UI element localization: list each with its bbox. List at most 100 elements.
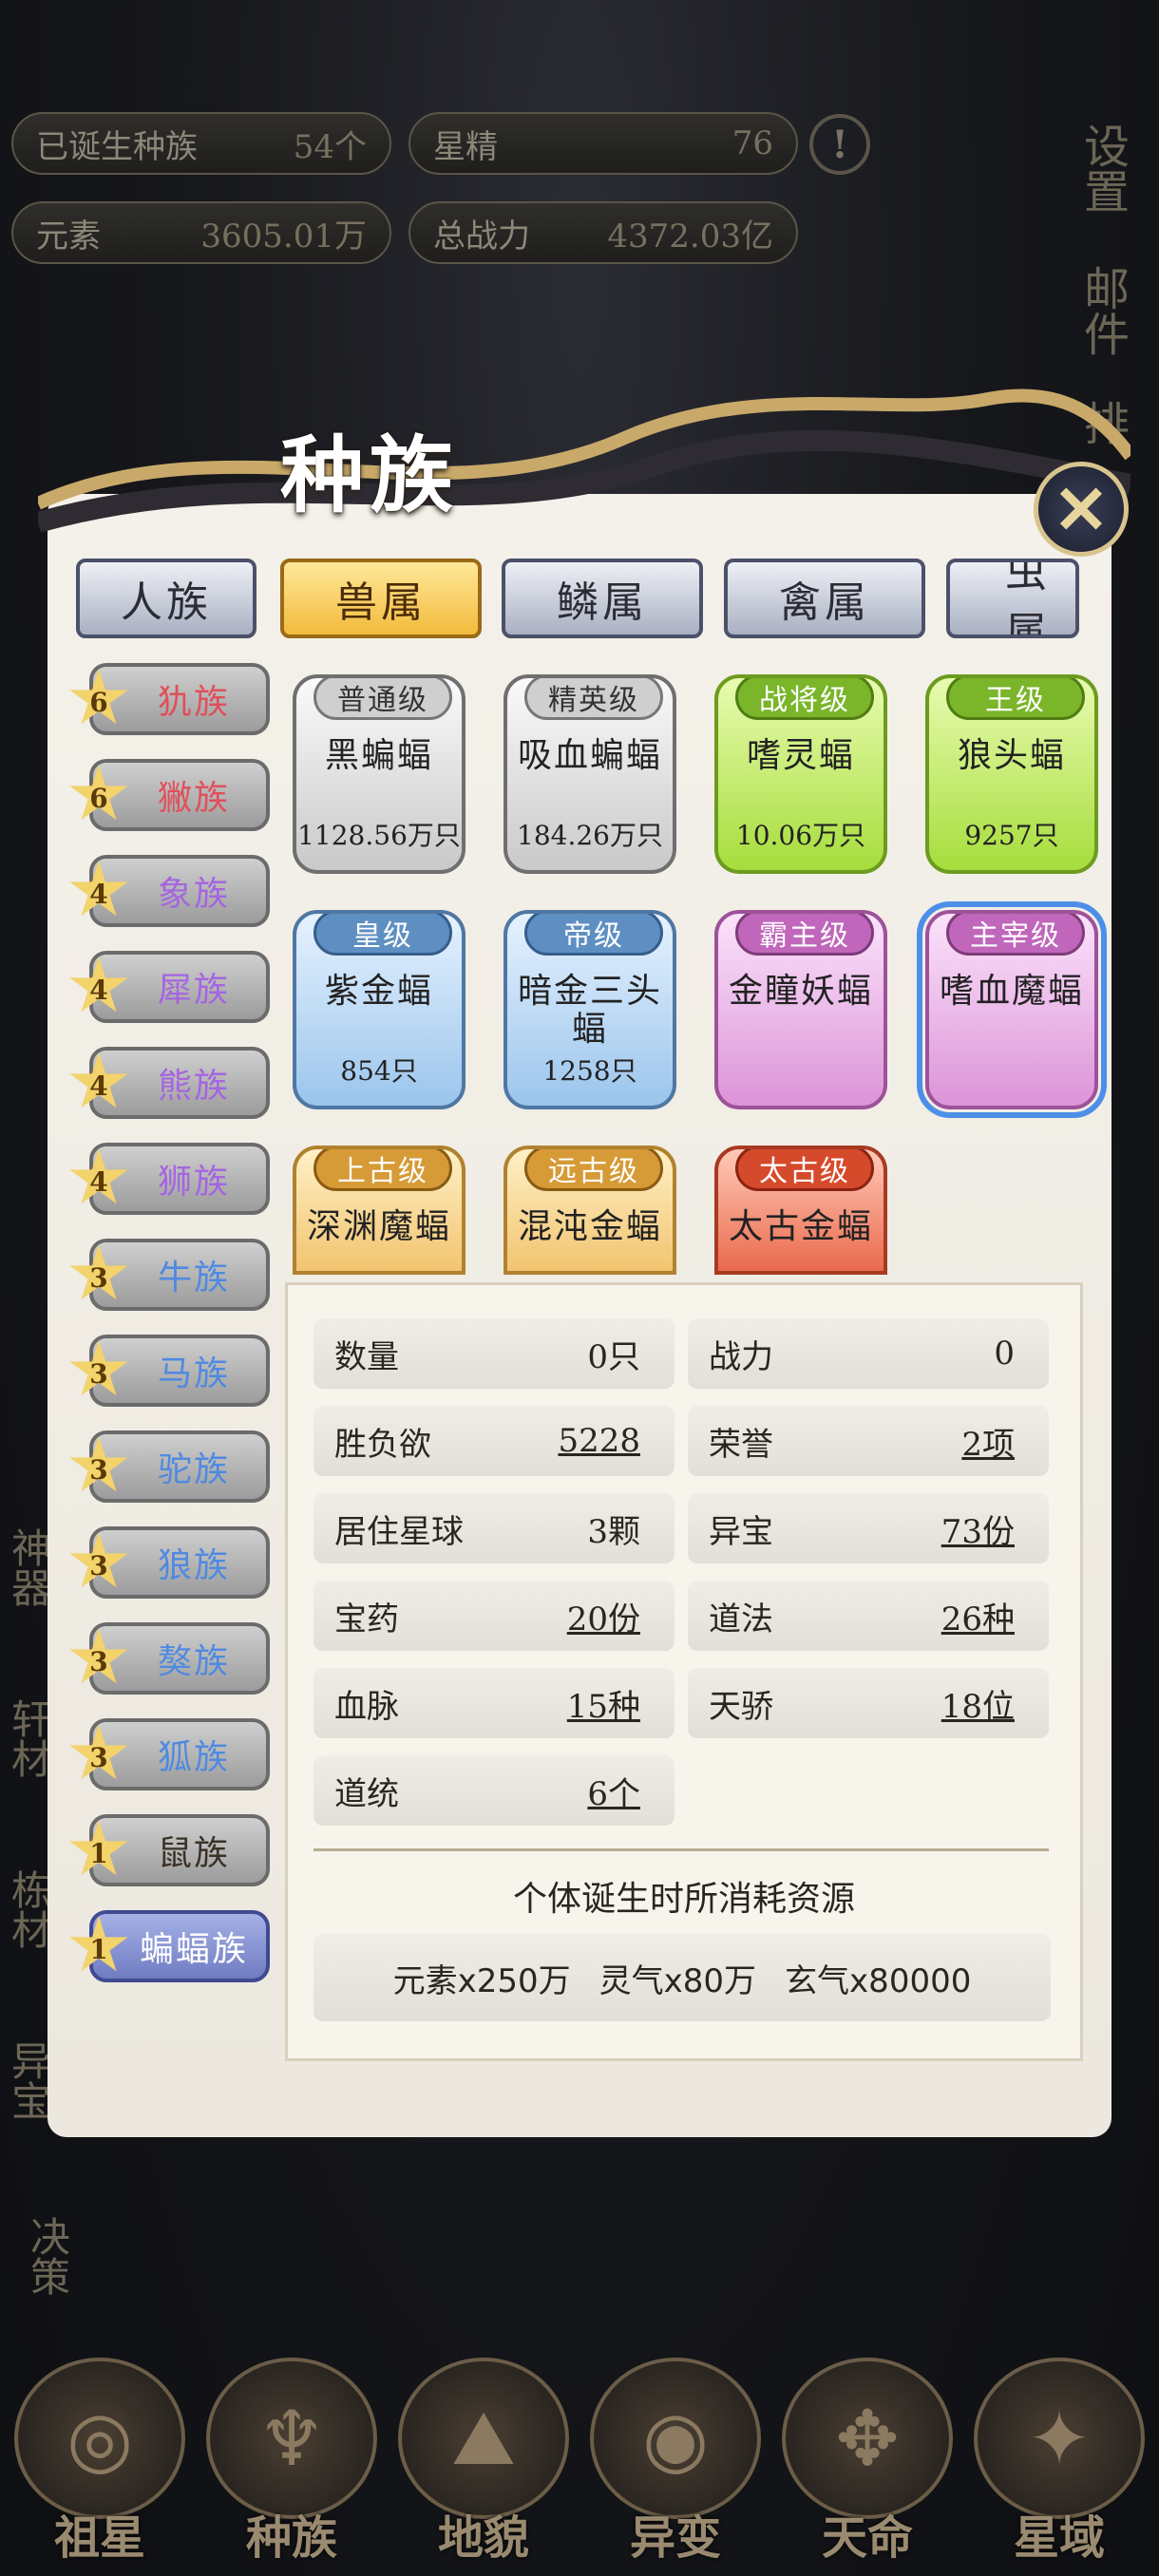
race-name: 獒族 — [89, 1622, 270, 1695]
race-item[interactable]: 鼠族 1 — [69, 1814, 271, 1888]
nav-item-4[interactable]: ✥ 天命 — [772, 2358, 962, 2576]
stat-row[interactable]: 异宝 73份 — [688, 1493, 1049, 1563]
nav-emblem-icon: ◉ — [590, 2358, 761, 2519]
race-item[interactable]: 狮族 4 — [69, 1143, 271, 1217]
stat-row[interactable]: 荣誉 2项 — [688, 1406, 1049, 1476]
tab-bird[interactable]: 禽属 — [724, 559, 925, 638]
stat-label: 胜负欲 — [334, 1425, 431, 1464]
unit-rank-badge: 远古级 — [524, 1149, 663, 1191]
nav-emblem-icon: ◎ — [14, 2358, 185, 2519]
stat-label: 居住星球 — [334, 1512, 464, 1551]
race-item[interactable]: 犰族 6 — [69, 663, 271, 737]
settings-button[interactable]: 设置 — [1045, 106, 1159, 230]
unit-card[interactable]: 上古级 深渊魔蝠 — [293, 1146, 466, 1275]
unit-card[interactable]: 远古级 混沌金蝠 — [504, 1146, 676, 1275]
nav-item-0[interactable]: ◎ 祖星 — [5, 2358, 195, 2576]
unit-count: 1258只 — [542, 1055, 637, 1087]
stat-label: 异宝 — [709, 1512, 773, 1551]
stat-value: 3颗 — [587, 1512, 640, 1551]
unit-rank-badge: 太古级 — [735, 1149, 874, 1191]
unit-card[interactable]: 皇级 紫金蝠 854只 — [293, 910, 466, 1109]
stat-row[interactable]: 血脉 15种 — [314, 1668, 674, 1738]
nav-item-1[interactable]: ♆ 种族 — [197, 2358, 387, 2576]
race-name: 鼠族 — [89, 1814, 270, 1886]
unit-card[interactable]: 太古级 太古金蝠 — [714, 1146, 887, 1275]
unit-card[interactable]: 普通级 黑蝙蝠 1128.56万只 — [293, 674, 466, 874]
nav-item-2[interactable]: ⛰ 地貌 — [389, 2358, 579, 2576]
stat-value[interactable]: 73份 — [941, 1506, 1015, 1552]
nav-label: 星域 — [1013, 2511, 1105, 2565]
cost-spirit: 灵气x80万 — [598, 1961, 757, 2000]
nav-item-5[interactable]: ✦ 星域 — [964, 2358, 1154, 2576]
race-name: 驼族 — [89, 1430, 270, 1503]
stat-label: 荣誉 — [709, 1425, 773, 1464]
stat-row[interactable]: 道法 26种 — [688, 1581, 1049, 1651]
race-name: 狮族 — [89, 1143, 270, 1215]
race-name: 熊族 — [89, 1047, 270, 1119]
tab-beast[interactable]: 兽属 — [280, 559, 482, 638]
total-power-pill: 总战力 4372.03亿 — [408, 201, 798, 264]
unit-name: 深渊魔蝠 — [306, 1207, 451, 1246]
stat-row[interactable]: 天骄 18位 — [688, 1668, 1049, 1738]
stat-label: 宝药 — [334, 1600, 399, 1638]
stat-value[interactable]: 5228 — [558, 1422, 640, 1460]
element-value: 3605.01万 — [200, 217, 367, 256]
stat-label: 数量 — [334, 1337, 399, 1376]
race-item[interactable]: 狼族 3 — [69, 1526, 271, 1601]
race-item[interactable]: 熊族 4 — [69, 1047, 271, 1121]
close-button[interactable]: ✕ — [1034, 462, 1129, 557]
tab-insect[interactable]: 虫属 — [946, 559, 1079, 638]
race-item[interactable]: 犀族 4 — [69, 951, 271, 1025]
race-item[interactable]: 驼族 3 — [69, 1430, 271, 1505]
unit-card[interactable]: 精英级 吸血蝙蝠 184.26万只 — [504, 674, 676, 874]
race-name: 蝙蝠族 — [89, 1910, 270, 1982]
stat-value: 0 — [994, 1335, 1015, 1373]
decision-button[interactable]: 决策 — [19, 2204, 76, 2308]
race-item[interactable]: 象族 4 — [69, 855, 271, 929]
stat-value[interactable]: 26种 — [941, 1593, 1015, 1639]
cost-title: 个体诞生时所消耗资源 — [512, 1880, 855, 1919]
born-races-label: 已诞生种族 — [36, 127, 198, 166]
stat-row[interactable]: 道统 6个 — [314, 1755, 674, 1826]
mail-button[interactable]: 邮件 — [1045, 249, 1159, 372]
cost-divider — [314, 1848, 1049, 1851]
race-name: 獙族 — [89, 759, 270, 831]
race-item[interactable]: 蝙蝠族 1 — [69, 1910, 271, 1984]
race-item[interactable]: 獙族 6 — [69, 759, 271, 833]
unit-card[interactable]: 王级 狼头蝠 9257只 — [925, 674, 1098, 874]
unit-name: 黑蝙蝠 — [324, 736, 433, 775]
element-pill: 元素 3605.01万 — [11, 201, 391, 264]
nav-item-3[interactable]: ◉ 异变 — [580, 2358, 770, 2576]
race-item[interactable]: 牛族 3 — [69, 1239, 271, 1313]
tab-human[interactable]: 人族 — [76, 559, 256, 638]
total-power-value: 4372.03亿 — [607, 217, 773, 256]
unit-rank-badge: 精英级 — [524, 678, 663, 720]
panel-swirl-decoration — [38, 388, 1130, 532]
stat-value[interactable]: 6个 — [587, 1768, 640, 1814]
unit-card[interactable]: 帝级 暗金三头蝠 1258只 — [504, 910, 676, 1109]
stat-value: 0只 — [587, 1337, 640, 1376]
tab-scale[interactable]: 鳞属 — [502, 559, 703, 638]
stat-value[interactable]: 20份 — [567, 1593, 640, 1639]
stat-row: 居住星球 3颗 — [314, 1493, 674, 1563]
unit-card[interactable]: 战将级 嗜灵蝠 10.06万只 — [714, 674, 887, 874]
race-item[interactable]: 狐族 3 — [69, 1718, 271, 1792]
stat-row[interactable]: 胜负欲 5228 — [314, 1406, 674, 1476]
stat-value[interactable]: 18位 — [941, 1680, 1015, 1727]
cost-mystic: 玄气x80000 — [785, 1961, 972, 2000]
race-name: 犀族 — [89, 951, 270, 1023]
unit-count: 9257只 — [964, 820, 1059, 851]
race-name: 马族 — [89, 1335, 270, 1407]
nav-emblem-icon: ✥ — [782, 2358, 953, 2519]
total-power-label: 总战力 — [433, 217, 530, 256]
nav-label: 地貌 — [437, 2511, 529, 2565]
race-item[interactable]: 獒族 3 — [69, 1622, 271, 1696]
alert-icon[interactable]: ! — [809, 114, 870, 175]
unit-count: 854只 — [340, 1055, 418, 1087]
stat-row[interactable]: 宝药 20份 — [314, 1581, 674, 1651]
stat-value[interactable]: 15种 — [567, 1680, 640, 1727]
unit-card[interactable]: 霸主级 金瞳妖蝠 — [714, 910, 887, 1109]
unit-card[interactable]: 主宰级 嗜血魔蝠 — [917, 901, 1107, 1118]
stat-value[interactable]: 2项 — [961, 1418, 1015, 1465]
race-item[interactable]: 马族 3 — [69, 1335, 271, 1409]
